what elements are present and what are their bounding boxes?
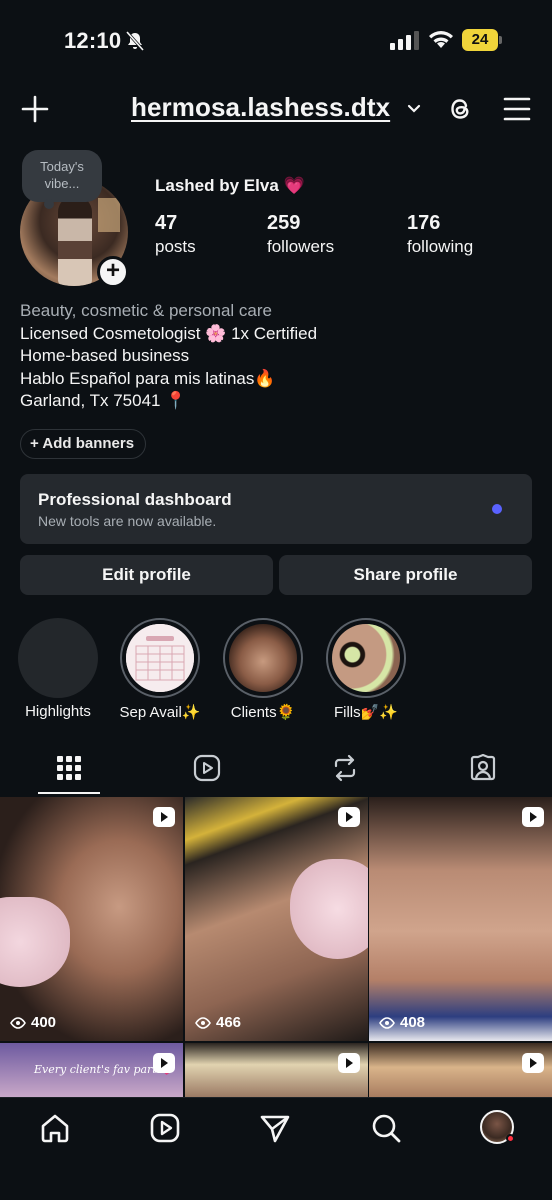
reel-badge-icon bbox=[153, 807, 175, 827]
highlight-label: Sep Avail✨ bbox=[119, 704, 201, 721]
reel-badge-icon bbox=[522, 1053, 544, 1073]
stat-label: followers bbox=[267, 237, 335, 256]
home-icon[interactable] bbox=[39, 1112, 71, 1144]
plus-icon[interactable] bbox=[20, 94, 50, 124]
send-icon[interactable] bbox=[259, 1112, 291, 1144]
status-bar: 12:10 24 bbox=[0, 0, 552, 80]
edit-profile-button[interactable]: Edit profile bbox=[20, 555, 273, 595]
view-count: 466 bbox=[195, 1014, 241, 1031]
signal-icon bbox=[390, 31, 419, 50]
stat-followers[interactable]: 259 followers bbox=[267, 212, 334, 257]
view-count-value: 400 bbox=[31, 1014, 57, 1031]
menu-icon[interactable] bbox=[502, 96, 532, 122]
notification-dot bbox=[506, 1134, 515, 1143]
grid-post[interactable] bbox=[369, 1043, 552, 1097]
reels-icon bbox=[193, 754, 221, 782]
highlight-new[interactable]: Highlights bbox=[18, 618, 98, 720]
highlight-ring bbox=[326, 618, 406, 698]
reel-badge-icon bbox=[522, 807, 544, 827]
status-time: 12:10 bbox=[64, 28, 122, 53]
tab-reels[interactable] bbox=[182, 748, 232, 794]
battery-level: 24 bbox=[462, 29, 498, 51]
bio-category: Beauty, cosmetic & personal care bbox=[20, 301, 272, 320]
grid-post[interactable]: 400 bbox=[0, 797, 183, 1041]
highlight-sep-avail[interactable]: Sep Avail✨ bbox=[120, 618, 200, 721]
battery-indicator: 24 bbox=[462, 29, 502, 51]
grid-icon bbox=[57, 756, 81, 780]
bell-slash-icon bbox=[125, 31, 145, 51]
reel-badge-icon bbox=[153, 1053, 175, 1073]
highlight-ring bbox=[120, 618, 200, 698]
tab-tagged[interactable] bbox=[458, 748, 508, 794]
stat-value: 47 bbox=[155, 212, 178, 234]
view-count: 400 bbox=[10, 1014, 56, 1031]
grid-post[interactable]: 466 bbox=[185, 797, 368, 1041]
view-count-value: 466 bbox=[216, 1014, 242, 1031]
calendar-thumbnail bbox=[126, 624, 194, 692]
highlight-fills[interactable]: Fills💅✨ bbox=[326, 618, 406, 721]
dashboard-title: Professional dashboard bbox=[38, 490, 232, 509]
bottom-nav bbox=[0, 1097, 552, 1200]
tab-reposts[interactable] bbox=[320, 748, 370, 794]
reel-badge-icon bbox=[338, 1053, 360, 1073]
stat-value: 176 bbox=[407, 212, 441, 234]
reposts-icon bbox=[334, 754, 356, 782]
search-icon[interactable] bbox=[370, 1112, 402, 1144]
avatar-background bbox=[98, 198, 120, 232]
profile-header: hermosa.lashess.dtx bbox=[0, 88, 552, 134]
highlight-cover bbox=[126, 624, 194, 692]
grid-post[interactable]: Every client's fav part 💗 bbox=[0, 1043, 183, 1097]
highlight-cover bbox=[332, 624, 400, 692]
eye-icon bbox=[195, 1016, 211, 1029]
bio-line: Garland, Tx 75041 📍 bbox=[20, 391, 187, 411]
new-indicator-dot bbox=[492, 504, 502, 514]
share-profile-button[interactable]: Share profile bbox=[279, 555, 532, 595]
eye-icon bbox=[10, 1016, 26, 1029]
highlight-ring bbox=[18, 618, 98, 698]
stat-following[interactable]: 176 following bbox=[407, 212, 473, 257]
stat-value: 259 bbox=[267, 212, 301, 234]
highlight-cover bbox=[229, 624, 297, 692]
posts-grid: 400 466 408 Every client's fav part 💗 bbox=[0, 797, 552, 1097]
stat-label: posts bbox=[155, 237, 196, 256]
note-bubble[interactable]: Today's vibe... bbox=[22, 150, 102, 209]
view-count-value: 408 bbox=[400, 1014, 426, 1031]
profile-tabs bbox=[0, 748, 552, 796]
stat-posts[interactable]: 47 posts bbox=[155, 212, 196, 257]
tagged-icon bbox=[470, 754, 496, 781]
reel-badge-icon bbox=[338, 807, 360, 827]
grid-post[interactable]: 408 bbox=[369, 797, 552, 1041]
stat-label: following bbox=[407, 237, 474, 256]
highlight-clients[interactable]: Clients🌻 bbox=[223, 618, 303, 721]
threads-icon[interactable] bbox=[446, 94, 476, 124]
bio-line: Hablo Español para mis latinas🔥 bbox=[20, 368, 276, 388]
dashboard-subtitle: New tools are now available. bbox=[38, 513, 217, 529]
battery-tip bbox=[499, 36, 502, 44]
avatar-figure bbox=[58, 196, 92, 286]
add-story-button[interactable]: + bbox=[97, 256, 129, 288]
highlight-label: Clients🌻 bbox=[230, 704, 296, 721]
eye-icon bbox=[379, 1016, 395, 1029]
add-banners-button[interactable]: + Add banners bbox=[20, 429, 147, 459]
display-name: Lashed by Elva 💗 bbox=[155, 176, 305, 195]
bio-line: Licensed Cosmetologist 🌸 1x Certified bbox=[20, 323, 318, 343]
reels-nav-icon[interactable] bbox=[149, 1112, 181, 1144]
heart-prop bbox=[290, 859, 368, 959]
wifi-icon bbox=[429, 31, 453, 48]
grid-post[interactable] bbox=[185, 1043, 368, 1097]
highlight-ring bbox=[223, 618, 303, 698]
heart-prop bbox=[0, 897, 70, 987]
bio: Beauty, cosmetic & personal care License… bbox=[20, 300, 317, 413]
view-count: 408 bbox=[379, 1014, 425, 1031]
chevron-down-icon[interactable] bbox=[406, 102, 422, 116]
professional-dashboard[interactable]: Professional dashboard New tools are now… bbox=[20, 474, 532, 544]
bio-line: Home-based business bbox=[20, 346, 190, 366]
tab-posts[interactable] bbox=[38, 748, 100, 794]
highlight-label: Fills💅✨ bbox=[333, 704, 398, 721]
username-switcher[interactable]: hermosa.lashess.dtx bbox=[131, 92, 390, 123]
